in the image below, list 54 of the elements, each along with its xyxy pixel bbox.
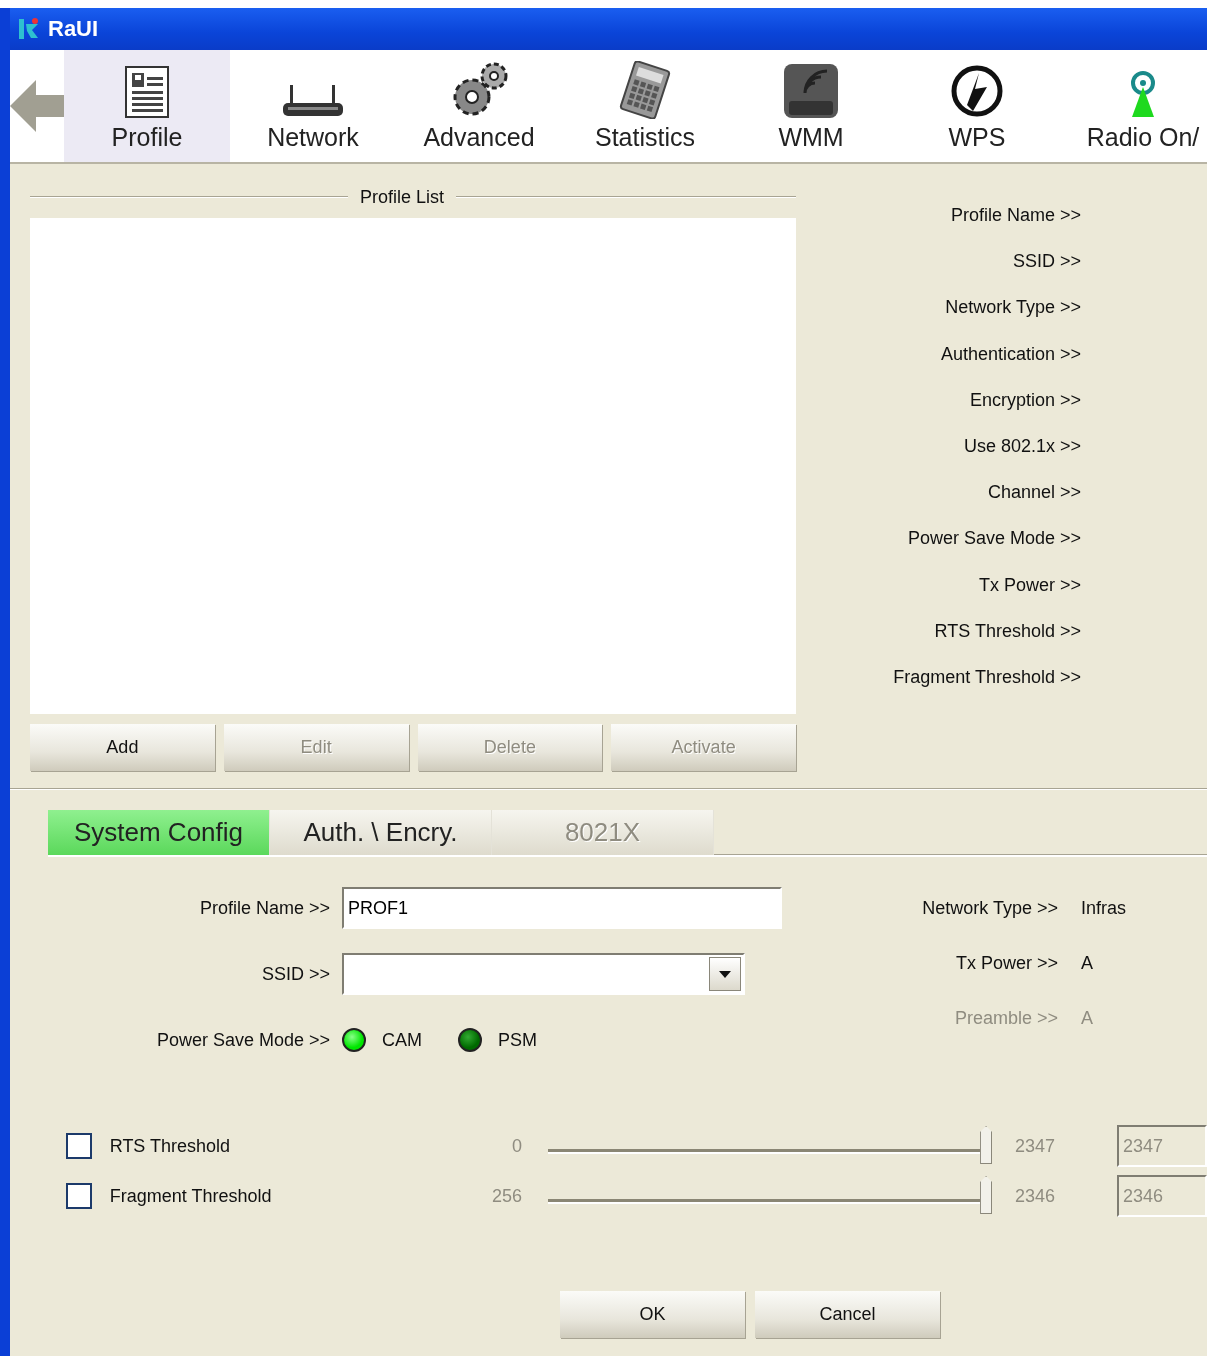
info-value: A — [1081, 1007, 1093, 1029]
detail-label: Use 802.1x >> — [963, 435, 1081, 458]
toolbar-button[interactable]: Advanced — [396, 50, 562, 162]
info-label: Tx Power >> — [954, 952, 1058, 974]
radio-option[interactable]: CAM — [342, 1028, 422, 1052]
info-label: Network Type >> — [921, 897, 1058, 919]
field-label: SSID >> — [260, 963, 331, 985]
tab[interactable]: Auth. \ Encry. — [270, 810, 492, 855]
toolbar-button[interactable]: Profile — [64, 50, 230, 162]
threshold-slider[interactable] — [548, 1176, 993, 1216]
slider-min-label: 256 — [491, 1185, 523, 1207]
field-label: Profile Name >> — [198, 897, 331, 919]
slider-max-label: 2347 — [1015, 1135, 1057, 1157]
threshold-label: Fragment Threshold — [109, 1185, 273, 1207]
toolbar-button[interactable]: Network — [230, 50, 396, 162]
detail-label: Encryption >> — [969, 389, 1081, 412]
slider-max-label: 2346 — [1015, 1185, 1057, 1207]
ssid-dropdown[interactable] — [342, 953, 745, 995]
profile-name-field[interactable]: PROF1 — [342, 887, 782, 929]
info-value: Infras — [1081, 897, 1127, 919]
detail-label: Power Save Mode >> — [907, 528, 1081, 551]
document-icon — [124, 65, 170, 119]
detail-label: Network Type >> — [945, 297, 1081, 320]
detail-label: Channel >> — [987, 482, 1081, 505]
info-value: A — [1081, 952, 1093, 974]
window-title: RaUI — [48, 16, 99, 42]
detail-label: Authentication >> — [940, 343, 1081, 366]
toolbar-button[interactable]: WMM — [728, 50, 894, 162]
threshold-label: RTS Threshold — [109, 1135, 232, 1157]
profile-list-title: Profile List — [360, 186, 445, 208]
add-button[interactable]: Add — [30, 724, 215, 771]
cancel-button[interactable]: Cancel — [755, 1291, 940, 1338]
detail-label: Profile Name >> — [950, 205, 1081, 227]
checkbox[interactable] — [66, 1183, 92, 1209]
router-icon — [282, 85, 344, 119]
threshold-slider[interactable] — [548, 1126, 993, 1166]
detail-label: RTS Threshold >> — [934, 620, 1081, 643]
toolbar-button[interactable]: Radio On/ — [1060, 50, 1207, 162]
dropdown-arrow-icon — [719, 970, 731, 978]
slider-thumb[interactable] — [980, 1176, 993, 1214]
toolbar-button[interactable]: WPS — [894, 50, 1060, 162]
detail-label: Tx Power >> — [978, 574, 1081, 597]
field-label: Power Save Mode >> — [155, 1029, 331, 1051]
slider-thumb[interactable] — [980, 1126, 993, 1164]
ok-button[interactable]: OK — [560, 1291, 745, 1338]
toolbar-button[interactable]: Statistics — [562, 50, 728, 162]
checkbox[interactable] — [66, 1133, 92, 1159]
detail-label: SSID >> — [1012, 251, 1081, 274]
detail-label: Fragment Threshold >> — [893, 666, 1081, 689]
radio-option[interactable]: PSM — [458, 1028, 537, 1052]
slider-min-label: 0 — [511, 1135, 523, 1157]
back-arrow-icon[interactable] — [10, 79, 64, 133]
info-label: Preamble >> — [953, 1007, 1058, 1029]
tab[interactable]: System Config — [48, 810, 270, 855]
